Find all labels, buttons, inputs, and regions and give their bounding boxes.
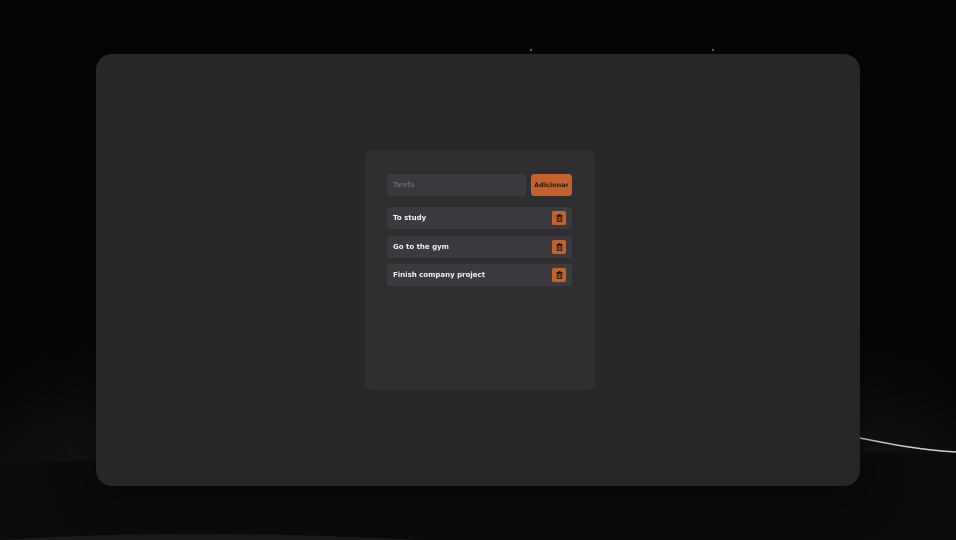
task-item: Go to the gym (387, 235, 572, 258)
task-item: Finish company project (387, 264, 572, 286)
task-label: Finish company project (393, 271, 486, 279)
task-input-row: Adicionar (387, 174, 573, 196)
trash-icon (556, 242, 562, 251)
wallpaper-star (530, 49, 532, 51)
add-task-button[interactable]: Adicionar (531, 174, 572, 196)
trash-icon (556, 214, 562, 222)
trash-icon (556, 271, 562, 279)
task-label: To study (393, 214, 427, 222)
task-item: To study (387, 207, 572, 229)
delete-task-button[interactable] (552, 268, 566, 282)
delete-task-button[interactable] (552, 239, 566, 254)
task-list: To study Go to the gym Finish company pr… (387, 207, 572, 293)
todo-card: Adicionar To study Go to the gym (365, 150, 595, 390)
task-input[interactable] (387, 174, 526, 196)
task-label: Go to the gym (393, 242, 449, 251)
app-window: Adicionar To study Go to the gym (96, 54, 860, 486)
wallpaper-star (712, 49, 714, 51)
delete-task-button[interactable] (552, 211, 566, 225)
